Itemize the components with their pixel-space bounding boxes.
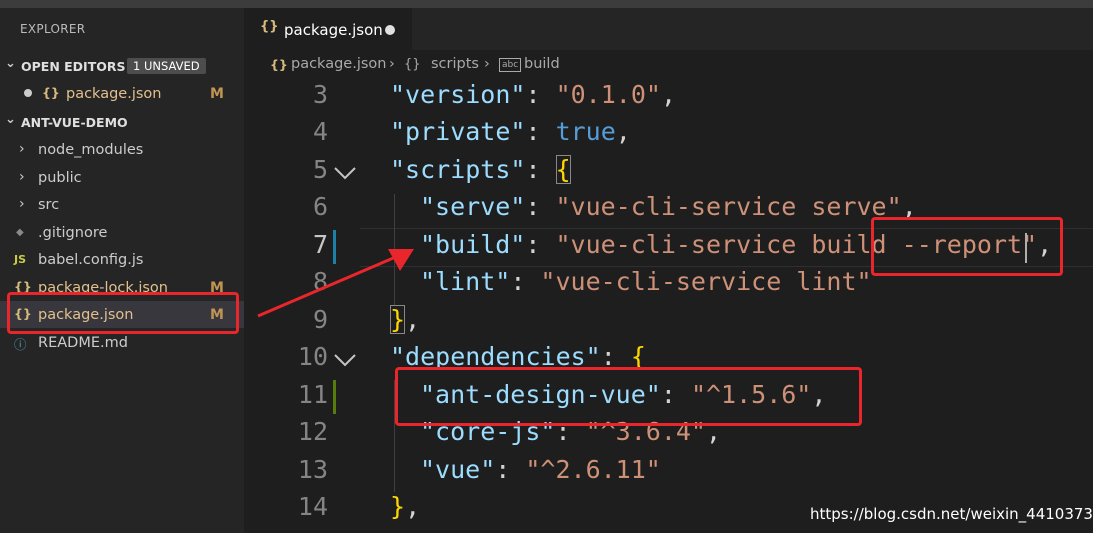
open-editor-item-package-json[interactable]: {} package.json M [0, 80, 244, 107]
file-name: README.md [38, 335, 128, 351]
json-string: "vue-cli-service lint" [540, 267, 872, 296]
line-number: 12 [297, 417, 328, 446]
fold-chevron-icon[interactable] [332, 350, 358, 370]
json-key: "serve" [420, 192, 526, 221]
chevron-right-icon: › [19, 169, 25, 185]
tree-item-gitignore[interactable]: ◆ .gitignore [0, 219, 244, 246]
breadcrumb-file[interactable]: package.json [291, 56, 386, 72]
tree-item-src[interactable]: › src [0, 191, 244, 218]
json-file-icon: {} [270, 57, 288, 72]
tree-item-node-modules[interactable]: › node_modules [0, 136, 244, 163]
open-editors-label: OPEN EDITORS [21, 59, 126, 74]
line-number: 4 [312, 117, 328, 146]
code-line[interactable]: "scripts": { [390, 155, 571, 184]
json-comma: , [405, 492, 421, 521]
breadcrumb-scripts[interactable]: scripts [431, 56, 479, 72]
line-number: 11 [297, 380, 328, 409]
unsaved-badge: 1 UNSAVED [127, 58, 206, 74]
tree-item-babel-config[interactable]: JS babel.config.js [0, 246, 244, 273]
json-key: "lint" [420, 267, 511, 296]
chevron-right-icon: › [19, 196, 25, 212]
code-line[interactable]: "version": "0.1.0", [390, 80, 676, 109]
modified-flag: M [210, 86, 224, 102]
unsaved-dot-icon[interactable] [24, 89, 32, 97]
json-key: "scripts" [390, 155, 526, 184]
chevron-right-icon: › [389, 56, 395, 72]
json-string: "^2.6.11" [525, 455, 661, 484]
tree-item-public[interactable]: › public [0, 164, 244, 191]
chevron-down-icon: ⌄ [5, 56, 16, 71]
code-line[interactable]: "lint": "vue-cli-service lint" [420, 267, 872, 296]
json-colon: : [525, 230, 556, 259]
matched-bracket: { [555, 155, 571, 184]
line-number: 14 [297, 492, 328, 521]
folder-name: public [38, 170, 82, 186]
annotation-arrow-icon [257, 249, 414, 318]
json-file-icon: {} [42, 85, 60, 100]
line-number: 13 [297, 455, 328, 484]
code-line[interactable]: "private": true, [390, 117, 631, 146]
folder-name: node_modules [38, 142, 144, 158]
json-comma: , [660, 80, 676, 109]
json-colon: : [525, 155, 556, 184]
project-name: ANT-VUE-DEMO [21, 115, 128, 130]
object-icon: {} [404, 57, 421, 72]
json-file-icon: {} [260, 19, 279, 34]
added-line-marker [333, 380, 336, 414]
annotation-box-report-flag [871, 217, 1063, 276]
annotation-box-ant-design-vue [395, 367, 862, 426]
title-bar [0, 0, 1093, 8]
breadcrumb: {} package.json › {} scripts › abc build [244, 50, 1093, 78]
json-key: "vue" [420, 455, 496, 484]
json-bracket: } [390, 492, 406, 521]
json-colon: : [525, 80, 556, 109]
annotation-box-package-json [7, 292, 239, 334]
editor-tab-bar: {} package.json [244, 8, 1093, 50]
tab-label: package.json [284, 21, 383, 39]
file-name: babel.config.js [38, 252, 144, 268]
git-icon: ◆ [16, 227, 24, 238]
fold-chevron-icon[interactable] [332, 163, 358, 183]
json-key: "private" [390, 117, 526, 146]
explorer-title: EXPLORER [20, 22, 86, 36]
code-line[interactable]: "serve": "vue-cli-service serve", [420, 192, 917, 221]
chevron-right-icon: › [484, 56, 490, 72]
js-file-icon: JS [14, 253, 27, 266]
json-colon: : [525, 192, 556, 221]
unsaved-dot-icon[interactable] [385, 25, 395, 35]
watermark: https://blog.csdn.net/weixin_44103733 [810, 505, 1093, 523]
json-key: "build" [420, 230, 526, 259]
chevron-down-icon: ⌄ [5, 112, 16, 127]
json-colon: : [510, 267, 541, 296]
json-colon: : [525, 117, 556, 146]
line-number: 3 [312, 80, 328, 109]
project-folder-header[interactable]: ⌄ ANT-VUE-DEMO [0, 109, 244, 135]
json-comma: , [615, 117, 631, 146]
line-number: 6 [312, 192, 328, 221]
json-boolean: true [555, 117, 616, 146]
explorer-sidebar: EXPLORER ⌄ OPEN EDITORS 1 UNSAVED {} pac… [0, 8, 244, 533]
code-line[interactable]: }, [390, 492, 420, 521]
json-colon: : [495, 455, 526, 484]
file-name: .gitignore [38, 225, 108, 241]
json-key: "version" [390, 80, 526, 109]
line-number: 5 [312, 155, 328, 184]
line-number: 10 [297, 342, 328, 371]
folder-name: src [38, 197, 60, 213]
json-string: "vue-cli-service serve" [555, 192, 902, 221]
json-string: "0.1.0" [555, 80, 661, 109]
string-icon: abc [499, 58, 522, 72]
chevron-right-icon: › [19, 141, 25, 157]
breadcrumb-build[interactable]: build [524, 56, 560, 72]
code-line[interactable]: "vue": "^2.6.11" [420, 455, 661, 484]
open-editors-header[interactable]: ⌄ OPEN EDITORS 1 UNSAVED [0, 53, 244, 79]
info-icon: ⓘ [14, 337, 27, 352]
file-name: package.json [66, 86, 162, 102]
tab-package-json[interactable]: {} package.json [244, 8, 412, 50]
